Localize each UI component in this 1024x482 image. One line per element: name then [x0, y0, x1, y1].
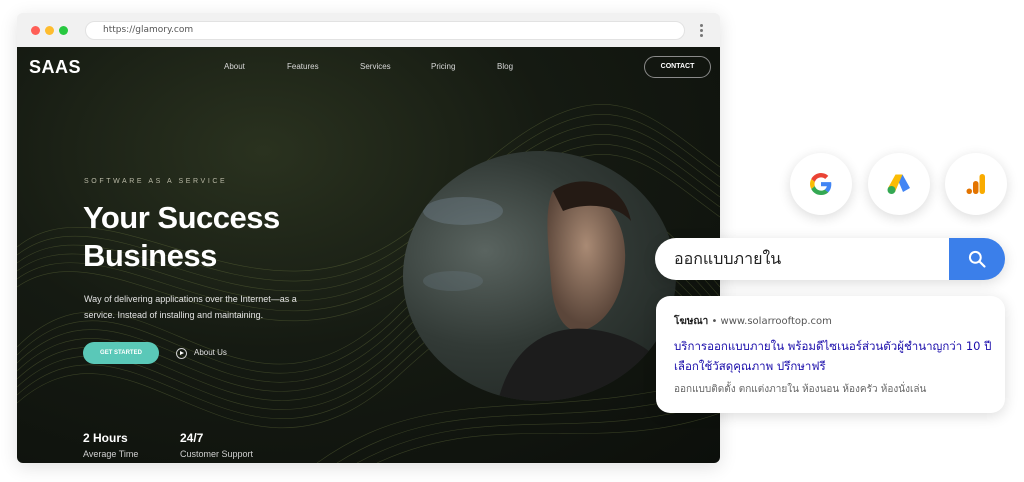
nav-link-features[interactable]: Features — [287, 62, 319, 71]
hero-description: Way of delivering applications over the … — [84, 294, 297, 320]
google-icon — [810, 173, 832, 195]
search-button[interactable] — [949, 238, 1005, 280]
stat-value-support: 24/7 — [180, 431, 204, 445]
nav-link-blog[interactable]: Blog — [497, 62, 513, 71]
maximize-window-dot[interactable] — [59, 26, 68, 35]
ad-description: ออกแบบติดตั้ง ตกแต่งภายใน ห้องนอน ห้องคร… — [674, 384, 927, 395]
minimize-window-dot[interactable] — [45, 26, 54, 35]
nav-link-services[interactable]: Services — [360, 62, 391, 71]
contact-button[interactable]: CONTACT — [644, 56, 711, 78]
google-ads-icon-bubble[interactable] — [868, 153, 930, 215]
google-analytics-icon-bubble[interactable] — [945, 153, 1007, 215]
address-bar[interactable]: https://glamory.com — [85, 21, 685, 40]
stat-label-support: Customer Support — [180, 449, 254, 459]
get-started-button[interactable]: GET STARTED — [83, 342, 159, 364]
ad-meta: โฆษณา • www.solarrooftop.com — [674, 314, 832, 329]
google-icon-bubble[interactable] — [790, 153, 852, 215]
browser-window: https://glamory.com SAAS About Features … — [17, 13, 720, 463]
hero-portrait-image — [403, 151, 676, 401]
google-ads-icon — [887, 174, 910, 194]
ad-domain[interactable]: www.solarrooftop.com — [721, 316, 832, 327]
about-us-link[interactable]: About Us — [194, 348, 227, 357]
search-icon — [968, 250, 986, 268]
ad-result-card[interactable]: โฆษณา • www.solarrooftop.com บริการออกแบ… — [656, 296, 1005, 413]
browser-toolbar: https://glamory.com — [17, 13, 720, 47]
address-bar-url: https://glamory.com — [103, 25, 194, 35]
stat-label-time: Average Time — [83, 449, 139, 459]
play-icon[interactable] — [176, 348, 187, 359]
person-silhouette — [423, 181, 676, 401]
search-bar[interactable]: ออกแบบภายใน — [655, 238, 1005, 280]
stat-value-time: 2 Hours — [83, 431, 128, 445]
site-logo[interactable]: SAAS — [29, 57, 81, 78]
hero-eyebrow: SOFTWARE AS A SERVICE — [84, 178, 228, 185]
nav-link-about[interactable]: About — [224, 62, 245, 71]
close-window-dot[interactable] — [31, 26, 40, 35]
website-hero: SAAS About Features Services Pricing Blo… — [17, 47, 720, 463]
ad-title-link[interactable]: บริการออกแบบภายใน พร้อมดีไซเนอร์ส่วนตัวผ… — [674, 336, 999, 376]
kebab-menu-icon[interactable] — [698, 22, 704, 40]
ad-badge: โฆษณา — [674, 316, 709, 327]
nav-link-pricing[interactable]: Pricing — [431, 62, 455, 71]
hero-headline: Your Success Business — [83, 200, 280, 273]
ad-separator: • — [708, 316, 721, 327]
search-input[interactable]: ออกแบบภายใน — [674, 238, 781, 280]
google-analytics-icon — [966, 174, 985, 194]
